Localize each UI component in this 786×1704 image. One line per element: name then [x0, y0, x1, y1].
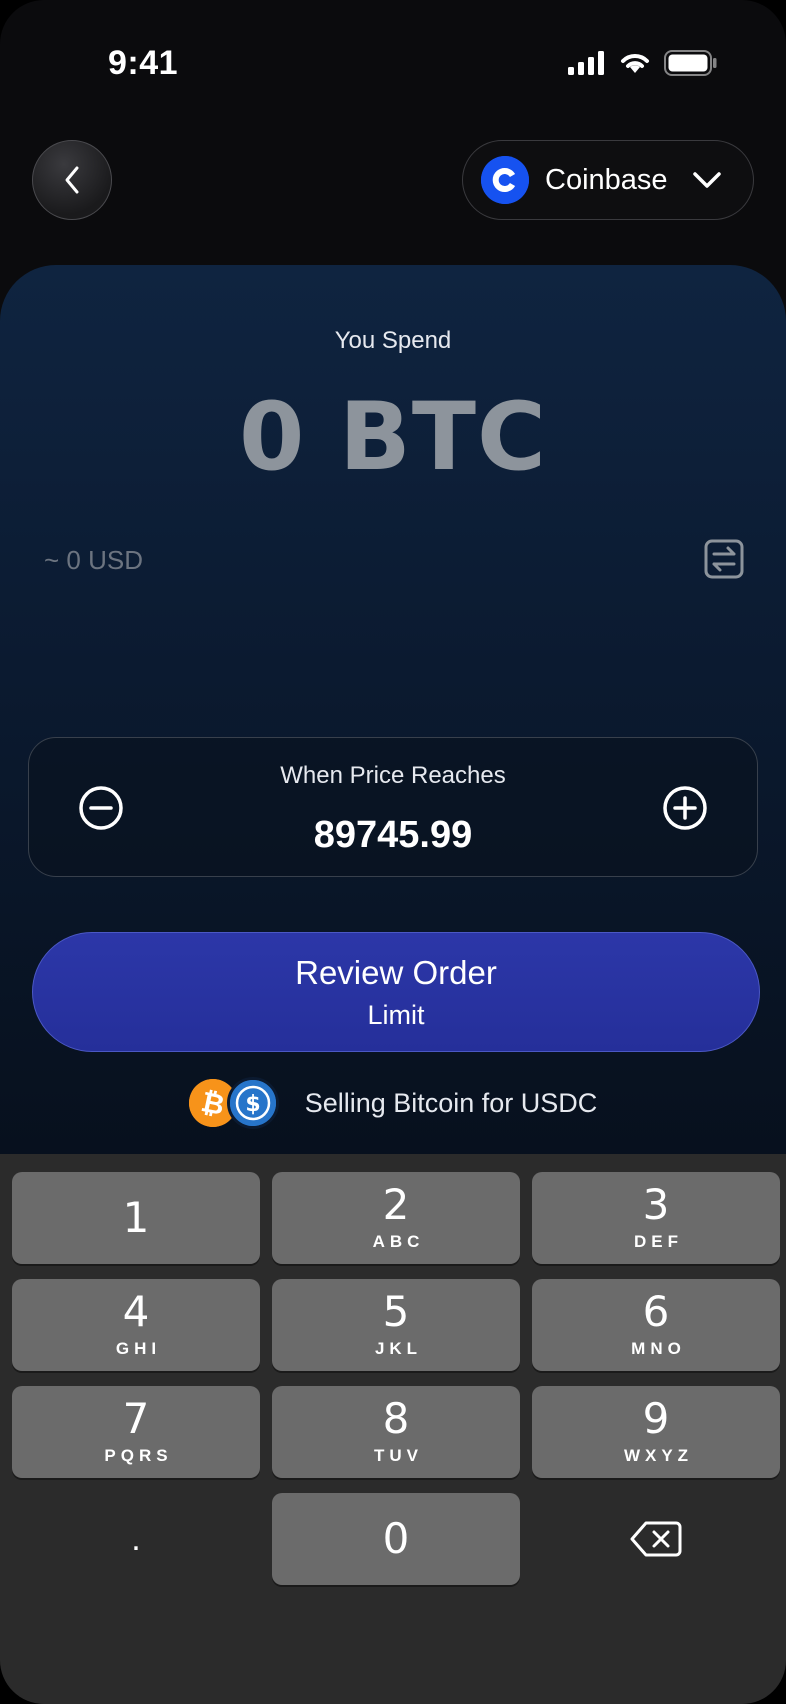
key-digit: 7: [122, 1394, 150, 1443]
review-order-label: Review Order: [295, 953, 497, 991]
spend-amount[interactable]: 0 BTC: [0, 383, 786, 492]
coinbase-logo-icon: [481, 156, 529, 204]
key-letters: ABC: [372, 1232, 425, 1251]
key-letters: PQRS: [104, 1446, 173, 1465]
key-7[interactable]: 7 PQRS: [12, 1386, 260, 1478]
plus-circle-icon[interactable]: [661, 784, 709, 832]
key-letters: GHI: [115, 1339, 162, 1358]
usdc-icon: $: [226, 1077, 279, 1129]
key-digit: 9: [642, 1394, 670, 1443]
key-digit: 8: [382, 1394, 410, 1443]
cellular-signal-icon: [568, 51, 604, 75]
order-type-label: Limit: [367, 999, 425, 1030]
key-digit: 1: [122, 1193, 150, 1242]
key-letters: TUV: [374, 1446, 423, 1465]
key-digit: 6: [642, 1287, 670, 1336]
status-time: 9:41: [108, 44, 179, 82]
key-letters: JKL: [374, 1339, 423, 1358]
wifi-icon: [621, 54, 649, 73]
key-2[interactable]: 2 ABC: [272, 1172, 520, 1264]
key-8[interactable]: 8 TUV: [272, 1386, 520, 1478]
swap-currency-icon[interactable]: [702, 537, 746, 581]
status-icons: [568, 50, 718, 76]
key-1[interactable]: 1: [12, 1172, 260, 1264]
key-digit: 5: [382, 1287, 410, 1336]
key-9[interactable]: 9 WXYZ: [532, 1386, 780, 1478]
svg-text:$: $: [245, 1092, 260, 1117]
exchange-name: Coinbase: [545, 163, 668, 196]
key-6[interactable]: 6 MNO: [532, 1279, 780, 1371]
review-order-button[interactable]: Review Order Limit: [32, 932, 760, 1052]
exchange-selector[interactable]: Coinbase: [462, 140, 754, 220]
key-4[interactable]: 4 GHI: [12, 1279, 260, 1371]
chevron-left-icon: [65, 166, 79, 194]
key-3[interactable]: 3 DEF: [532, 1172, 780, 1264]
decimal-point: .: [131, 1519, 141, 1558]
limit-price-value[interactable]: 89745.99: [29, 814, 757, 857]
status-bar: 9:41: [0, 0, 786, 130]
order-card: You Spend 0 BTC ~ 0 USD When Price Reach…: [0, 265, 786, 1165]
key-decimal[interactable]: .: [12, 1493, 260, 1585]
limit-price-box: When Price Reaches 89745.99: [28, 737, 758, 877]
key-digit: 0: [382, 1514, 410, 1563]
backspace-icon: [630, 1521, 682, 1557]
key-0[interactable]: 0: [272, 1493, 520, 1585]
price-label: When Price Reaches: [280, 762, 506, 789]
pair-description: Selling Bitcoin for USDC: [304, 1087, 598, 1118]
spend-label: You Spend: [334, 327, 452, 354]
key-digit: 2: [382, 1180, 410, 1229]
usd-equivalent: ~ 0 USD: [44, 545, 143, 575]
key-letters: MNO: [631, 1339, 686, 1358]
phone-screen: 9:41 Coinbase You Spend 0 BTC ~ 0 USD Wh…: [0, 0, 786, 1704]
key-letters: WXYZ: [623, 1446, 694, 1465]
key-digit: 3: [642, 1180, 670, 1229]
trading-pair: ₿ $ Selling Bitcoin for USDC: [0, 1077, 786, 1129]
battery-icon: [664, 50, 717, 76]
back-button[interactable]: [32, 140, 112, 220]
key-digit: 4: [122, 1287, 150, 1336]
key-backspace[interactable]: [532, 1493, 780, 1585]
chevron-down-icon: [692, 172, 721, 188]
key-5[interactable]: 5 JKL: [272, 1279, 520, 1371]
key-letters: DEF: [634, 1232, 683, 1251]
numeric-keypad: 1 2 ABC 3 DEF 4 GHI 5 JKL 6 MNO 7 PQRS 8…: [0, 1154, 786, 1704]
